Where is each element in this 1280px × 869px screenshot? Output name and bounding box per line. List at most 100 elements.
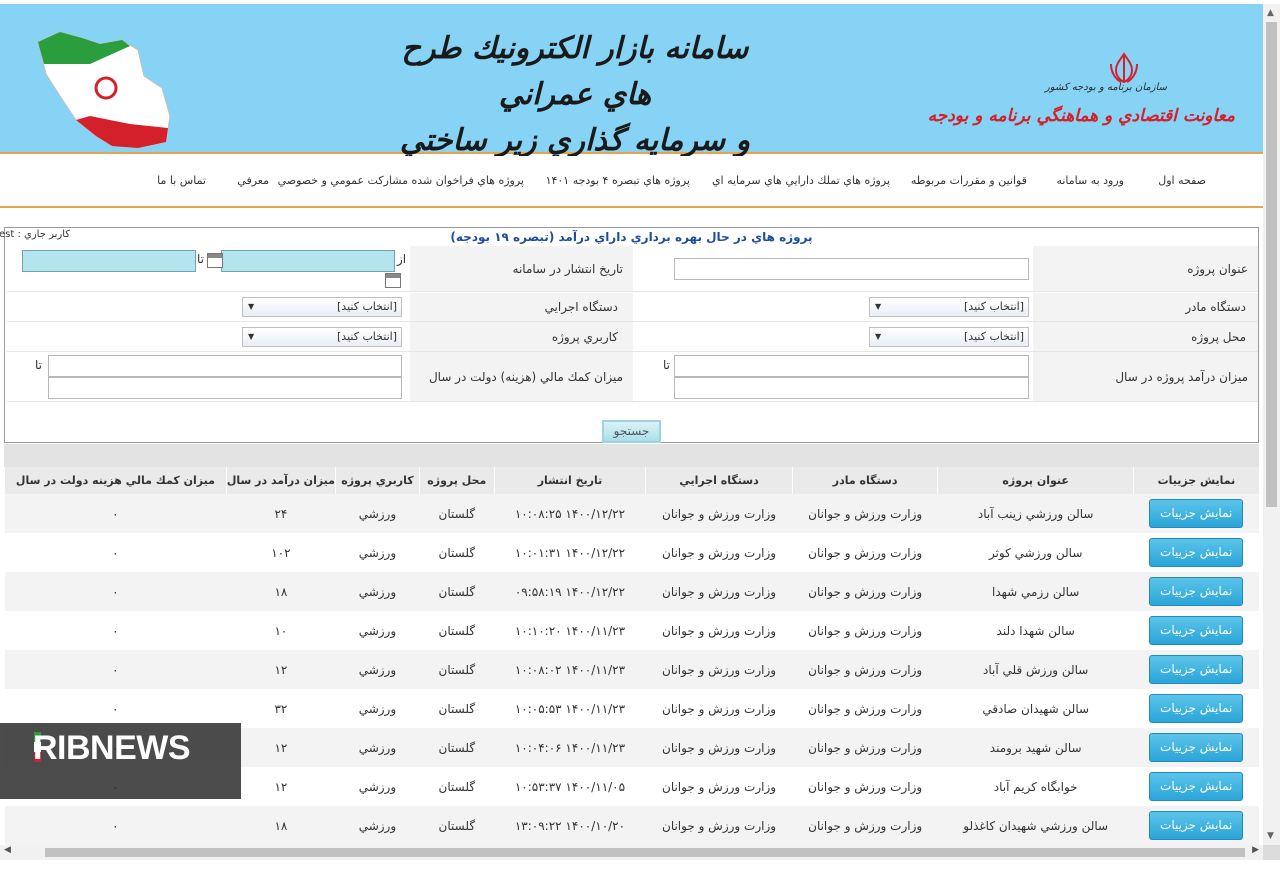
project-title-label: عنوان پروژه — [1187, 262, 1248, 276]
publish-date-label: تاريخ انتشار در سامانه — [512, 262, 623, 276]
cell-income: ۱۸ — [226, 572, 336, 611]
grid-pager-bar — [4, 444, 1259, 467]
nav-laws[interactable]: قوانين و مقررات مربوطه — [911, 174, 1027, 187]
scrollbar-corner — [1263, 845, 1280, 860]
cell-exec-org: وزارت ورزش و جوانان — [645, 689, 793, 728]
col-header-gov-support[interactable]: ميزان كمك مالي هزينه دولت در سال — [4, 467, 227, 494]
project-location-select[interactable]: [انتخاب كنيد] ▼ — [869, 327, 1029, 347]
nav-contact[interactable]: تماس با ما — [157, 174, 206, 187]
nav-partnership-projects[interactable]: پروژه هاي فراخوان شده مشاركت عمومي و خصو… — [278, 174, 524, 187]
nav-note4-projects[interactable]: پروژه هاي تبصره ۴ بودجه ۱۴۰۱ — [546, 174, 690, 187]
show-details-button[interactable]: نمايش جزييات — [1149, 694, 1244, 723]
nav-capital-assets[interactable]: پروژه هاي تملك دارايي هاي سرمايه اي — [712, 174, 890, 187]
cell-location: گلستان — [419, 689, 495, 728]
cell-exec-org: وزارت ورزش و جوانان — [645, 767, 793, 806]
horizontal-scrollbar[interactable]: ◀ ▶ — [0, 845, 1263, 860]
cell-parent-org: وزارت ورزش و جوانان — [792, 611, 938, 650]
cell-project-title: سالن ورزشي شهيدان كاغذلو — [937, 806, 1134, 845]
form-row-amounts: ميزان درآمد پروژه در سال تا ميزان كمك ما… — [7, 352, 1258, 402]
table-row: نمايش جزييات سالن ورزشي كوثر وزارت ورزش و … — [4, 533, 1259, 572]
scroll-up-icon[interactable]: ▲ — [1267, 8, 1274, 18]
horizontal-scroll-thumb[interactable] — [45, 848, 1245, 857]
nav-about[interactable]: معرفي — [237, 174, 269, 187]
date-from-label: از — [397, 252, 407, 266]
show-details-button[interactable]: نمايش جزييات — [1149, 538, 1244, 567]
vertical-scrollbar[interactable]: ▲ ▼ — [1263, 4, 1280, 845]
search-button[interactable]: جستجو — [602, 420, 661, 443]
cell-parent-org: وزارت ورزش و جوانان — [792, 689, 938, 728]
scroll-down-icon[interactable]: ▼ — [1267, 831, 1274, 841]
watermark-text: RIBNEWS — [33, 729, 191, 767]
show-details-button[interactable]: نمايش جزييات — [1149, 655, 1244, 684]
col-header-details[interactable]: نمايش جزييات — [1132, 467, 1259, 494]
cell-exec-org: وزارت ورزش و جوانان — [645, 611, 793, 650]
col-header-location[interactable]: محل پروژه — [418, 467, 495, 494]
income-from-input[interactable] — [674, 355, 1029, 377]
col-header-publish-date[interactable]: تاريخ انتشار — [493, 467, 646, 494]
support-to-input[interactable] — [48, 377, 402, 399]
col-header-usage[interactable]: كاربري پروژه — [335, 467, 420, 494]
site-title: سامانه بازار الكترونيك طرح هاي عمراني و … — [395, 26, 755, 164]
calendar-from-icon[interactable] — [207, 253, 223, 268]
cell-location: گلستان — [419, 728, 495, 767]
table-row: نمايش جزييات سالن ورزشي شهيدان كاغذلو وزار… — [4, 806, 1259, 845]
show-details-button[interactable]: نمايش جزييات — [1149, 499, 1244, 528]
cell-publish-date: ۱۴۰۰/۱۱/۲۳ ۱۰:۰۸:۰۲ — [494, 650, 646, 689]
exec-org-label: دستگاه اجرايي — [544, 300, 618, 314]
show-details-button[interactable]: نمايش جزييات — [1149, 577, 1244, 606]
cell-project-title: سالن ورزشي زينب آباد — [937, 494, 1134, 533]
details-cell: نمايش جزييات — [1133, 650, 1259, 689]
show-details-button[interactable]: نمايش جزييات — [1149, 733, 1244, 762]
cell-income: ۱۸ — [226, 806, 336, 845]
show-details-button[interactable]: نمايش جزييات — [1149, 616, 1244, 645]
date-to-input[interactable] — [22, 250, 196, 272]
scroll-left-icon[interactable]: ◀ — [4, 845, 11, 855]
show-details-button[interactable]: نمايش جزييات — [1149, 772, 1244, 801]
gov-support-label: ميزان كمك مالي (هزينه) دولت در سال — [428, 370, 623, 384]
project-usage-select[interactable]: [انتخاب كنيد] ▼ — [242, 327, 402, 347]
table-row: نمايش جزييات سالن رزمي شهدا وزارت ورزش و ج… — [4, 572, 1259, 611]
chevron-down-icon: ▼ — [875, 302, 882, 311]
project-title-input[interactable] — [674, 258, 1029, 280]
col-header-parent-org[interactable]: دستگاه مادر — [791, 467, 938, 494]
cell-parent-org: وزارت ورزش و جوانان — [792, 533, 938, 572]
cell-publish-date: ۱۴۰۰/۱۱/۲۳ ۱۰:۱۰:۲۰ — [494, 611, 646, 650]
date-from-input[interactable] — [221, 250, 395, 272]
cell-publish-date: ۱۴۰۰/۱۲/۲۲ ۱۰:۰۱:۳۱ — [494, 533, 646, 572]
project-location-label: محل پروژه — [1191, 330, 1246, 344]
cell-exec-org: وزارت ورزش و جوانان — [645, 806, 793, 845]
scroll-right-icon[interactable]: ▶ — [1252, 845, 1259, 855]
cell-gov-support: ۰ — [4, 533, 227, 572]
nav-home[interactable]: صفحه اول — [1158, 174, 1206, 187]
details-cell: نمايش جزييات — [1133, 728, 1259, 767]
income-to-input[interactable] — [674, 377, 1029, 399]
cell-usage: ورزشي — [335, 494, 420, 533]
annual-income-label: ميزان درآمد پروژه در سال — [1115, 370, 1248, 384]
chevron-down-icon: ▼ — [248, 302, 255, 311]
cell-usage: ورزشي — [335, 533, 420, 572]
current-user-label: كاربر جاري : est — [0, 229, 71, 240]
col-header-exec-org[interactable]: دستگاه اجرايي — [645, 467, 793, 494]
col-header-income[interactable]: ميزان درآمد در سال — [225, 467, 336, 494]
show-details-button[interactable]: نمايش جزييات — [1149, 811, 1244, 840]
vertical-scroll-thumb[interactable] — [1266, 22, 1277, 507]
cell-gov-support: ۰ — [4, 572, 227, 611]
nav-login[interactable]: ورود به سامانه — [1056, 174, 1124, 187]
cell-location: گلستان — [419, 611, 495, 650]
support-from-input[interactable] — [48, 355, 402, 377]
parent-org-select[interactable]: [انتخاب كنيد] ▼ — [869, 297, 1029, 317]
cell-project-title: سالن شهدا دلند — [937, 611, 1134, 650]
cell-gov-support: ۰ — [4, 611, 227, 650]
calendar-to-icon[interactable] — [385, 273, 401, 288]
exec-org-select[interactable]: [انتخاب كنيد] ▼ — [242, 297, 402, 317]
cell-income: ۱۲ — [226, 767, 336, 806]
cell-location: گلستان — [419, 806, 495, 845]
cell-income: ۳۲ — [226, 689, 336, 728]
cell-parent-org: وزارت ورزش و جوانان — [792, 572, 938, 611]
cell-usage: ورزشي — [335, 650, 420, 689]
details-cell: نمايش جزييات — [1133, 572, 1259, 611]
cell-usage: ورزشي — [335, 767, 420, 806]
cell-location: گلستان — [419, 650, 495, 689]
cell-location: گلستان — [419, 767, 495, 806]
col-header-title[interactable]: عنوان پروژه — [937, 467, 1134, 494]
